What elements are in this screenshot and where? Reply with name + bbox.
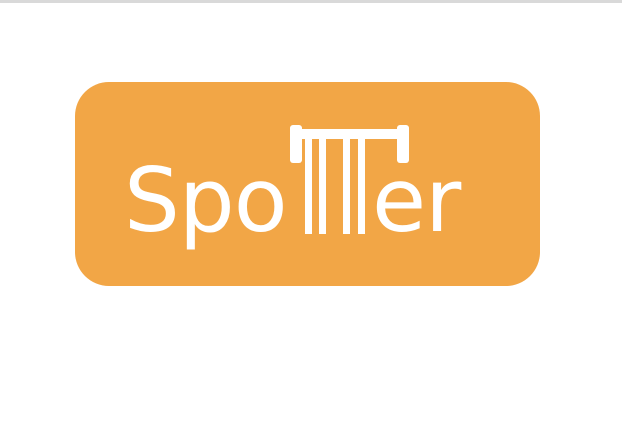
barbell-bar xyxy=(301,129,397,139)
barbell-pole-inner-left xyxy=(319,135,326,234)
barbell-pole-inner-right xyxy=(343,135,350,234)
barbell-pole-left xyxy=(305,135,312,234)
barbell-plate-left xyxy=(290,125,302,163)
logo-text-suffix: er xyxy=(372,149,462,252)
window-top-border xyxy=(0,0,622,3)
barbell-pole-right xyxy=(358,135,365,234)
logo-text-prefix: Spo xyxy=(124,149,287,252)
logo-wordmark: Spo er xyxy=(124,125,463,252)
